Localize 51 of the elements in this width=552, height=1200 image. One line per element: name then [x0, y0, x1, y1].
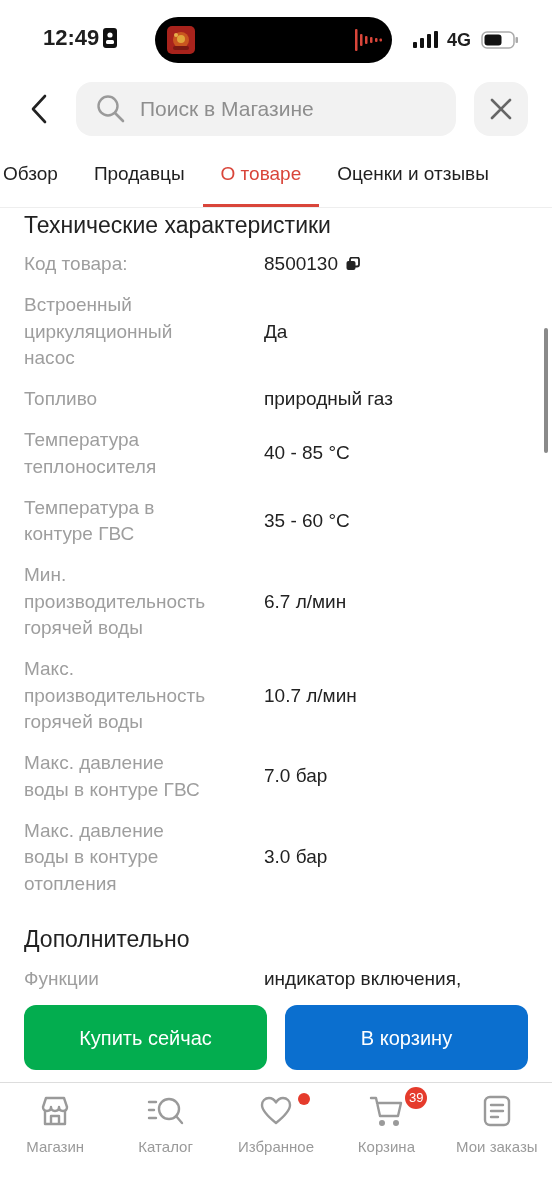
nav-item[interactable]: 39 Корзина	[331, 1085, 442, 1159]
buy-now-button[interactable]: Купить сейчас	[24, 1005, 267, 1070]
spec-value: 35 - 60 °C	[264, 508, 350, 533]
nav-item[interactable]: Каталог	[110, 1085, 221, 1159]
tab[interactable]: Обзор	[0, 147, 76, 207]
spec-label: Макс. давление воды в контуре отопления	[24, 818, 165, 896]
order-list-icon	[482, 1095, 511, 1127]
close-icon	[489, 97, 513, 121]
audio-wave-icon	[355, 29, 382, 51]
tab[interactable]: Продавцы	[75, 147, 203, 207]
catalog-search-icon	[146, 1095, 185, 1127]
spec-value: 3.0 бар	[264, 845, 328, 869]
spec-value: 6.7 л/мин	[264, 589, 347, 614]
search-icon	[96, 94, 126, 124]
spec-value: природный газ	[264, 387, 393, 411]
section-title: Технические характеристики	[24, 211, 332, 240]
heart-icon	[260, 1096, 292, 1126]
tab[interactable]: Оценки и отзывы	[319, 147, 507, 207]
status-time: 12:49	[43, 27, 100, 49]
spec-value: 40 - 85 °C	[264, 441, 350, 466]
cart-count-badge: 39	[404, 1087, 428, 1109]
nav-item[interactable]: Избранное	[220, 1085, 332, 1159]
add-to-cart-button[interactable]: В корзину	[285, 1005, 528, 1070]
nav-item[interactable]: Мои заказы	[441, 1085, 552, 1159]
spec-label: Макс. давление воды в контуре ГВС	[24, 751, 201, 802]
close-button[interactable]	[474, 82, 528, 136]
nav-item[interactable]: Магазин	[0, 1085, 111, 1159]
spec-label: Мин. производительность горячей воды	[24, 563, 207, 640]
copy-icon[interactable]	[345, 257, 360, 272]
spec-value: 10.7 л/мин	[264, 683, 357, 708]
back-icon	[30, 94, 48, 124]
spec-label: Температура в контуре ГВС	[24, 495, 156, 546]
spec-value: 8500130	[264, 252, 338, 276]
section-title: Дополнительно	[24, 924, 191, 954]
spec-label: Код товара:	[24, 252, 129, 276]
network-label: 4G	[447, 31, 471, 49]
spec-label: Температура теплоносителя	[24, 428, 158, 479]
search-field[interactable]: Поиск в Магазине	[76, 82, 456, 136]
spec-value: Да	[264, 319, 288, 344]
spec-label: Топливо	[24, 387, 99, 411]
spec-value: 7.0 бар	[264, 764, 328, 789]
spec-label: Макс. производительность горячей воды	[24, 657, 207, 734]
contact-card-icon	[103, 28, 118, 48]
spec-label: Функции	[24, 966, 100, 991]
spec-label: Встроенный циркуляционный насос	[24, 293, 174, 370]
battery-icon	[481, 31, 519, 49]
signal-icon	[413, 31, 439, 49]
tab[interactable]: О товаре	[202, 147, 320, 207]
spec-value: индикатор включения,	[264, 966, 462, 991]
cart-icon	[369, 1094, 404, 1128]
search-input[interactable]: Поиск в Магазине	[140, 93, 436, 125]
